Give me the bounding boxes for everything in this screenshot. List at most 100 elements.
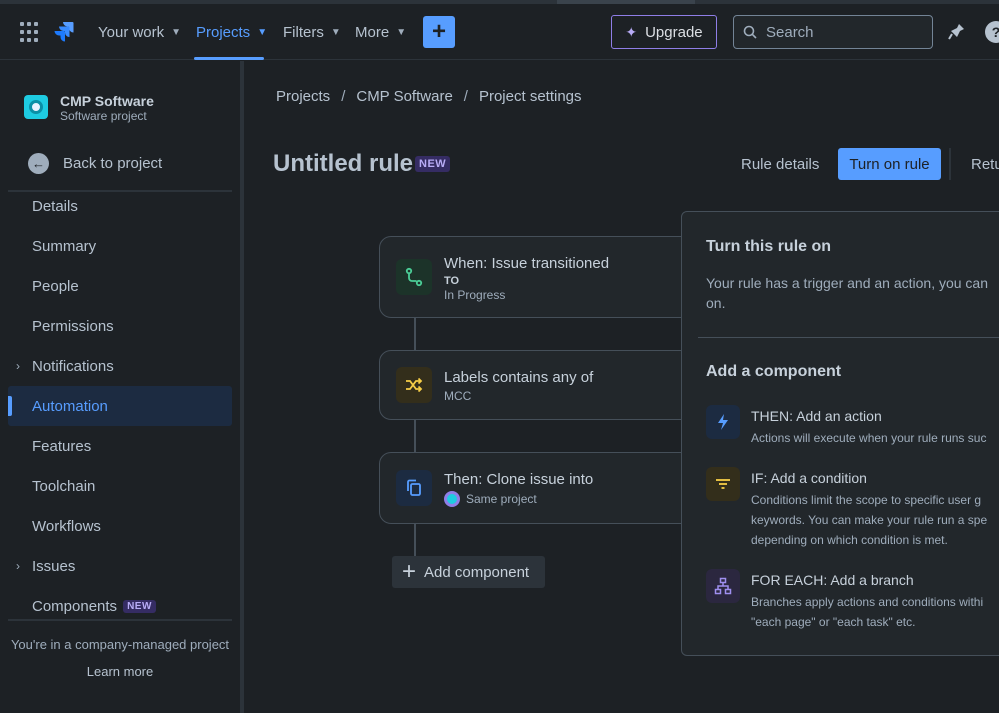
chevron-right-icon[interactable]: › (16, 359, 20, 373)
project-type: Software project (60, 109, 147, 123)
sidebar-item-label: Permissions (32, 317, 114, 335)
branch-icon[interactable] (706, 569, 740, 603)
sidebar-item-automation[interactable]: Automation (8, 386, 232, 426)
add-component-button[interactable]: + Add component (392, 556, 545, 588)
rule-details-button[interactable]: Rule details (731, 148, 829, 180)
sidebar-item-label: Details (32, 197, 78, 215)
option-desc-line: Conditions limit the scope to specific u… (751, 493, 982, 507)
chevron-down-icon: ▼ (330, 26, 341, 38)
condition-title: Labels contains any of (444, 369, 594, 386)
sidebar-resize-handle[interactable] (240, 61, 244, 713)
plus-icon: + (402, 558, 417, 585)
condition-card[interactable]: Labels contains any of MCC (379, 350, 709, 420)
sidebar-item-label: Summary (32, 237, 97, 255)
back-to-project-label: Back to project (63, 155, 163, 172)
panel-description: Your rule has a trigger and an action, y… (706, 273, 999, 313)
nav-projects[interactable]: Projects ▼ (196, 18, 267, 46)
project-name: CMP Software (60, 93, 154, 109)
sidebar-item-summary[interactable]: Summary (8, 226, 232, 266)
filter-icon[interactable] (706, 467, 740, 501)
create-button[interactable]: + (423, 16, 455, 48)
notifications-icon[interactable] (946, 22, 966, 42)
add-condition-option[interactable]: IF: Add a condition (751, 470, 867, 486)
sidebar-item-issues[interactable]: › Issues (8, 546, 232, 586)
sidebar-item-label: People (32, 277, 79, 295)
chevron-down-icon: ▼ (171, 26, 182, 38)
search-input[interactable]: Search (733, 15, 933, 49)
trigger-sub-label: TO (444, 275, 460, 287)
sidebar-item-workflows[interactable]: Workflows (8, 506, 232, 546)
sidebar-item-label: Workflows (32, 517, 101, 535)
sidebar-item-label: Features (32, 437, 92, 455)
help-symbol: ? (992, 24, 999, 40)
sidebar-item-details[interactable]: Details (8, 186, 232, 226)
search-placeholder: Search (766, 23, 814, 41)
header-divider (949, 148, 951, 180)
learn-more-link[interactable]: Learn more (0, 664, 240, 679)
action-value-label: Same project (466, 492, 537, 506)
flow-connector (414, 318, 416, 351)
trigger-sub-value: In Progress (444, 288, 506, 302)
sidebar-item-label: Components (32, 597, 118, 615)
breadcrumb-separator: / (341, 88, 346, 105)
plus-icon: + (431, 18, 446, 45)
panel-description-line: Your rule has a trigger and an action, y… (706, 275, 989, 291)
condition-value: MCC (444, 389, 472, 403)
action-card[interactable]: Then: Clone issue into Same project (379, 452, 709, 524)
nav-your-work-label: Your work (98, 23, 165, 41)
sidebar-item-people[interactable]: People (8, 266, 232, 306)
breadcrumb-project[interactable]: CMP Software (356, 88, 452, 105)
breadcrumb-projects[interactable]: Projects (276, 88, 330, 105)
nav-filters[interactable]: Filters ▼ (283, 18, 341, 46)
rule-help-panel: Turn this rule on Your rule has a trigge… (681, 211, 999, 656)
add-component-label: Add component (424, 563, 530, 581)
new-badge: NEW (123, 599, 156, 613)
workflow-transition-icon (396, 259, 432, 295)
return-button[interactable]: Retu (971, 148, 999, 180)
action-value: Same project (444, 491, 537, 507)
sidebar-item-label: Automation (32, 397, 108, 415)
jira-logo[interactable] (52, 18, 78, 44)
nav-more[interactable]: More ▼ (355, 18, 406, 46)
panel-divider (698, 337, 999, 338)
clone-icon (396, 470, 432, 506)
action-title: Then: Clone issue into (444, 471, 594, 488)
sparkle-icon: ✦ (625, 23, 638, 40)
add-component-heading: Add a component (706, 363, 842, 380)
flow-connector (414, 420, 416, 453)
rule-title[interactable]: Untitled rule (273, 150, 413, 178)
sidebar-item-label: Toolchain (32, 477, 96, 495)
shuffle-condition-icon (396, 367, 432, 403)
chevron-right-icon[interactable]: › (16, 559, 20, 573)
turn-on-rule-button[interactable]: Turn on rule (838, 148, 941, 180)
sidebar-item-permissions[interactable]: Permissions (8, 306, 232, 346)
trigger-card[interactable]: When: Issue transitioned TO In Progress (379, 236, 709, 318)
help-icon[interactable]: ? (985, 21, 999, 43)
upgrade-button[interactable]: ✦ Upgrade (611, 15, 717, 49)
sidebar-item-label: Notifications (32, 357, 114, 375)
breadcrumb-settings[interactable]: Project settings (479, 88, 582, 105)
sidebar-item-features[interactable]: Features (8, 426, 232, 466)
nav-projects-label: Projects (196, 23, 251, 41)
project-avatar (24, 95, 48, 119)
arrow-left-icon: ← (28, 153, 49, 174)
nav-more-label: More (355, 23, 390, 41)
panel-heading: Turn this rule on (706, 238, 832, 255)
add-action-description: Actions will execute when your rule runs… (751, 428, 999, 448)
flow-connector (414, 524, 416, 557)
sidebar-item-toolchain[interactable]: Toolchain (8, 466, 232, 506)
option-desc-line: Branches apply actions and conditions wi… (751, 595, 984, 609)
upgrade-label: Upgrade (645, 23, 703, 41)
add-branch-option[interactable]: FOR EACH: Add a branch (751, 572, 914, 588)
nav-your-work[interactable]: Your work ▼ (98, 18, 181, 46)
app-switcher-icon[interactable] (20, 22, 40, 42)
company-managed-note: You're in a company-managed project (10, 637, 230, 652)
option-desc-line: "each page" or "each task" etc. (751, 615, 916, 629)
sidebar-item-notifications[interactable]: › Notifications (8, 346, 232, 386)
add-action-option[interactable]: THEN: Add an action (751, 408, 882, 424)
sidebar-item-label: Issues (32, 557, 76, 575)
lightning-icon[interactable] (706, 405, 740, 439)
chevron-down-icon: ▼ (257, 26, 268, 38)
back-to-project-link[interactable]: ← Back to project (28, 153, 162, 174)
option-desc-line: Actions will execute when your rule runs… (751, 431, 987, 445)
